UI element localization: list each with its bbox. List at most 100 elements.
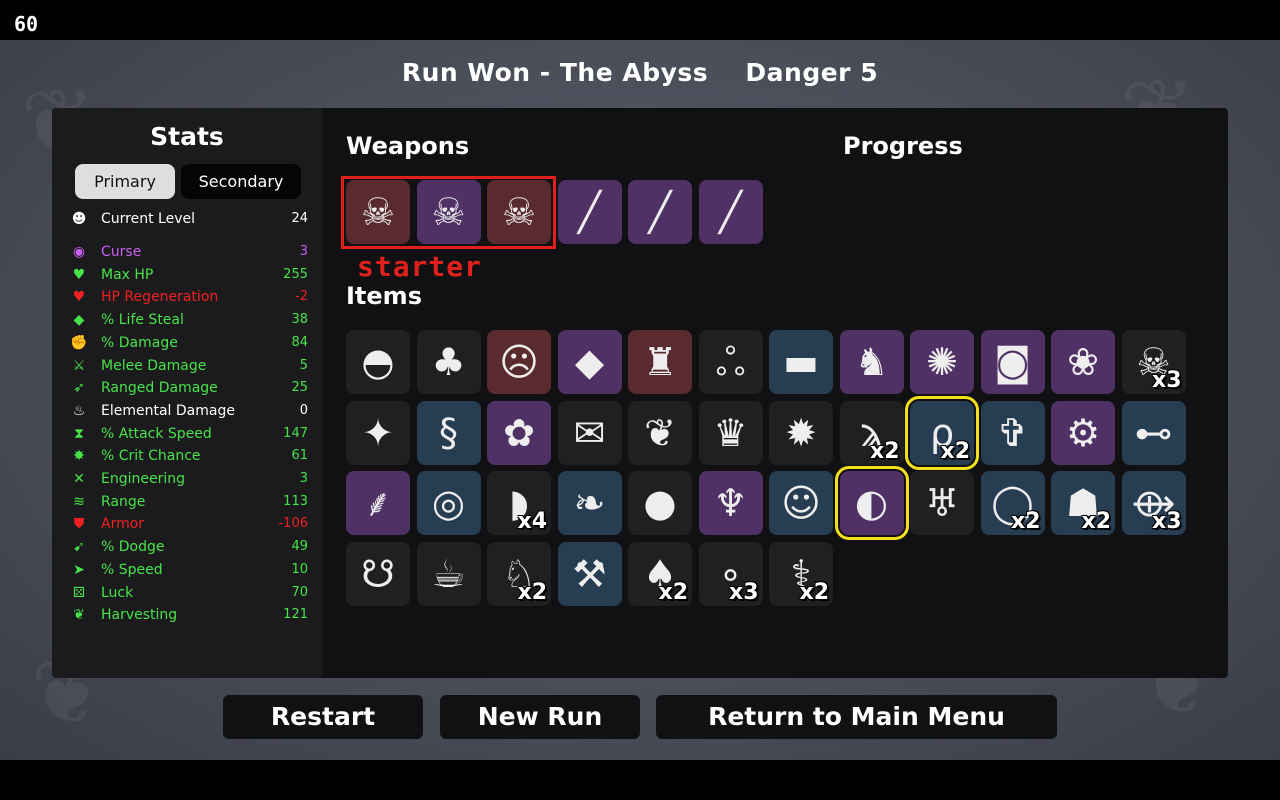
stat-value: 255 xyxy=(283,266,308,282)
frog-icon: ☺ xyxy=(781,481,821,525)
stat-row[interactable]: ⧗ % Attack Speed 147 xyxy=(70,424,308,444)
stat-row[interactable]: ✊ % Damage 84 xyxy=(70,333,308,353)
stat-row[interactable]: ≋ Range 113 xyxy=(70,492,308,512)
heart-icon: ♥ xyxy=(72,266,86,283)
item-slot[interactable]: ⟴ x3 xyxy=(1121,471,1186,535)
new-run-button[interactable]: New Run xyxy=(440,695,640,739)
cat-icon: ♞ xyxy=(854,340,889,384)
item-slot[interactable]: ρ x2 xyxy=(905,395,979,470)
item-slot[interactable]: ⚕ x2 xyxy=(769,541,833,606)
wheat-icon: ⸙ xyxy=(363,481,393,525)
item-slot[interactable]: ☺ xyxy=(769,471,833,535)
item-slot[interactable]: ◙ xyxy=(980,330,1045,394)
item-slot[interactable]: ☋ xyxy=(346,541,410,606)
item-slot[interactable]: ☗ x2 xyxy=(1051,471,1115,535)
item-slot[interactable]: ✉ xyxy=(557,400,622,465)
item-slot[interactable]: ✺ xyxy=(910,330,974,394)
item-slot[interactable]: ◯ x2 xyxy=(980,471,1045,535)
level-icon: ☻ xyxy=(71,211,87,227)
item-slot[interactable]: ❀ xyxy=(1051,330,1115,394)
item-slot[interactable]: ◗ x4 xyxy=(487,471,551,535)
stat-row[interactable]: ♨ Elemental Damage 0 xyxy=(70,401,308,421)
item-slot[interactable]: ♆ xyxy=(698,471,763,535)
tab-primary[interactable]: Primary xyxy=(75,164,175,199)
peacock-icon: ✺ xyxy=(926,340,958,384)
item-slot[interactable]: ♘ x2 xyxy=(487,541,551,606)
stack-count: x3 xyxy=(729,579,759,605)
stat-row[interactable]: ♥ Max HP 255 xyxy=(70,265,308,285)
stat-row[interactable]: ♥ HP Regeneration -2 xyxy=(70,287,308,307)
fire-icon: ♨ xyxy=(72,402,86,419)
stat-row[interactable]: ⚄ Luck 70 xyxy=(70,583,308,603)
stat-row[interactable]: ➶ Ranged Damage 25 xyxy=(70,378,308,398)
stat-row[interactable]: ◆ % Life Steal 38 xyxy=(70,310,308,330)
banknote-icon: ✉ xyxy=(573,410,606,455)
item-slot[interactable]: ◓ xyxy=(346,330,410,394)
item-slot[interactable]: § xyxy=(416,400,481,465)
restart-button[interactable]: Restart xyxy=(223,695,423,739)
rocket-launcher-icon: ╱ xyxy=(648,190,672,234)
item-slot[interactable]: ✞ xyxy=(980,400,1045,465)
stack-count: x2 xyxy=(940,438,971,464)
item-slot[interactable]: ஃ xyxy=(698,330,763,394)
stat-row[interactable]: ◉ Curse 3 xyxy=(70,242,308,262)
stat-row[interactable]: ✕ Engineering 3 xyxy=(70,469,308,489)
stat-value: -106 xyxy=(278,516,308,532)
item-slot[interactable]: ♣ xyxy=(416,330,481,394)
stat-label: HP Regeneration xyxy=(101,289,219,306)
item-slot[interactable]: ☹ xyxy=(487,330,551,394)
item-slot[interactable]: ◆ xyxy=(557,330,622,394)
item-slot[interactable]: ✦ xyxy=(346,400,410,465)
item-slot[interactable]: ♠ x2 xyxy=(628,541,692,606)
boot-icon: ➤ xyxy=(73,561,85,578)
item-slot[interactable]: ♛ xyxy=(698,400,763,465)
stat-row[interactable]: ✸ % Crit Chance 61 xyxy=(70,446,308,466)
rocket-launcher-icon: ╱ xyxy=(719,190,742,234)
weapon-slot[interactable]: ╱ xyxy=(628,180,692,244)
item-slot[interactable]: ☠ x3 xyxy=(1121,330,1186,394)
item-slot[interactable]: ✿ xyxy=(487,400,551,465)
item-slot[interactable]: ▬ xyxy=(769,330,833,394)
shield-icon: ⛊ xyxy=(73,516,85,533)
item-slot[interactable]: ✹ xyxy=(769,400,833,465)
bat-icon: ♛ xyxy=(713,410,748,455)
stat-row[interactable]: ⛊ Armor -106 xyxy=(70,514,308,534)
item-slot[interactable]: ◐ xyxy=(834,466,909,540)
stat-row[interactable]: ⚔ Melee Damage 5 xyxy=(70,356,308,376)
face-icon: ☹ xyxy=(499,340,539,384)
item-slot[interactable]: ❧ xyxy=(557,471,622,535)
stat-label: Curse xyxy=(101,244,142,260)
weapon-slot[interactable]: ╱ xyxy=(698,180,763,244)
weapon-slot[interactable]: ╱ xyxy=(557,180,622,244)
stat-row[interactable]: ❦ Harvesting 121 xyxy=(70,605,308,625)
item-slot[interactable]: ☕ xyxy=(416,541,481,606)
item-slot[interactable]: ● xyxy=(628,471,692,535)
stat-label: % Crit Chance xyxy=(101,448,201,465)
stat-value: 38 xyxy=(291,312,308,328)
item-slot[interactable]: ◎ xyxy=(416,471,481,535)
item-slot[interactable]: ⊷ xyxy=(1121,400,1186,465)
item-slot[interactable]: ⚒ xyxy=(557,541,622,606)
stat-row[interactable]: ☻ Current Level 24 xyxy=(70,209,308,229)
stat-value: 61 xyxy=(291,448,308,464)
wrench-icon: ✕ xyxy=(73,471,85,487)
stat-value: 3 xyxy=(299,471,308,486)
stat-label: % Life Steal xyxy=(101,312,184,329)
item-slot[interactable]: ♜ xyxy=(628,330,692,394)
main-menu-button[interactable]: Return to Main Menu xyxy=(656,695,1057,739)
tractor-icon: ⚙ xyxy=(1065,410,1101,455)
item-slot[interactable]: ❦ xyxy=(628,400,692,465)
item-slot[interactable]: ⸙ xyxy=(346,471,410,535)
item-slot[interactable]: ♅ xyxy=(910,471,974,535)
item-slot[interactable]: ∘ x3 xyxy=(698,541,763,606)
item-slot[interactable]: ♞ xyxy=(839,330,904,394)
item-slot[interactable]: ⚙ xyxy=(1051,400,1115,465)
tab-secondary[interactable]: Secondary xyxy=(181,164,301,199)
snowball-icon: ● xyxy=(643,481,677,525)
black-blob-icon: ▬ xyxy=(783,340,819,384)
stat-row[interactable]: ➤ % Speed 10 xyxy=(70,560,308,580)
stack-count: x2 xyxy=(799,579,830,605)
stat-row[interactable]: ➹ % Dodge 49 xyxy=(70,537,308,557)
item-slot[interactable]: ϡ x2 xyxy=(839,400,904,465)
dice-icon: ⚄ xyxy=(72,584,86,601)
